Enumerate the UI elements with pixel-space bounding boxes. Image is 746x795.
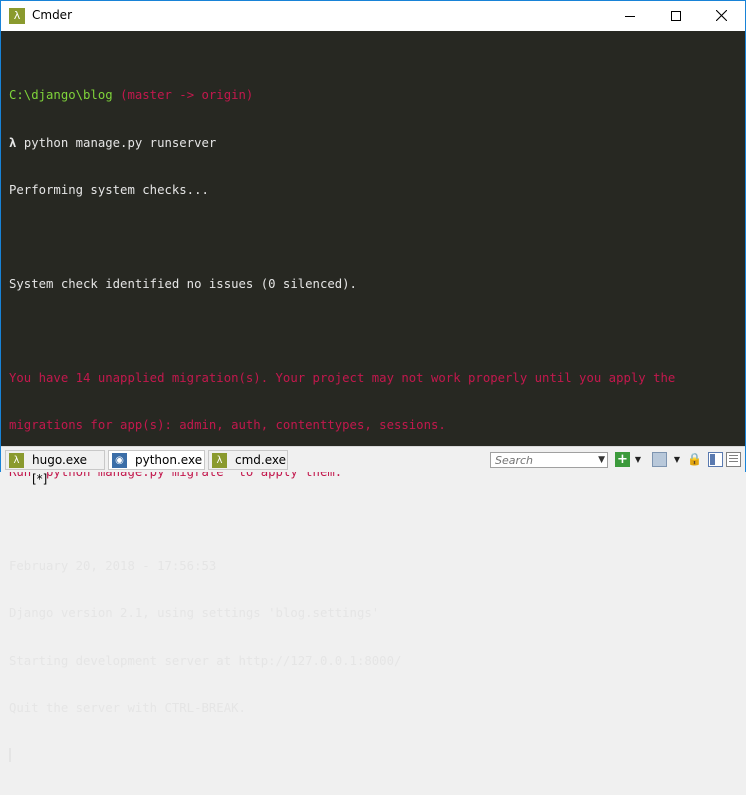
command-line: λ python manage.py runserver bbox=[9, 136, 741, 152]
menu-icon[interactable] bbox=[726, 452, 741, 467]
maximize-icon bbox=[671, 11, 681, 21]
cmder-window: λ Cmder C:\django\blog (master -> origin… bbox=[0, 0, 746, 763]
git-branch: (master -> origin) bbox=[120, 88, 254, 103]
tab-python[interactable]: ◉ python.exe bbox=[108, 450, 205, 470]
command-text: python manage.py runserver bbox=[23, 135, 217, 150]
tab-hugo[interactable]: λ hugo.exe [*] bbox=[5, 450, 105, 486]
output-line: Performing system checks... bbox=[9, 182, 209, 197]
search-dropdown-icon[interactable]: ▼ bbox=[598, 453, 605, 467]
lambda-icon: λ bbox=[9, 453, 24, 468]
window-title: Cmder bbox=[32, 8, 73, 22]
output-line: Django version 2.1, using settings 'blog… bbox=[9, 606, 380, 621]
minimize-icon bbox=[625, 16, 635, 17]
search-box[interactable]: ▼ bbox=[490, 452, 608, 468]
text-cursor bbox=[9, 748, 11, 763]
tab-label: hugo.exe [*] bbox=[32, 453, 88, 486]
lambda-icon: λ bbox=[212, 453, 227, 468]
new-console-dropdown-icon[interactable]: ▼ bbox=[633, 452, 643, 467]
maximize-button[interactable] bbox=[653, 1, 699, 31]
minimize-button[interactable] bbox=[607, 1, 653, 31]
new-console-button[interactable]: + bbox=[615, 452, 630, 467]
prompt-line: C:\django\blog (master -> origin) bbox=[9, 88, 741, 104]
search-input[interactable] bbox=[493, 453, 595, 467]
warning-line: migrations for app(s): admin, auth, cont… bbox=[9, 418, 446, 433]
output-line: System check identified no issues (0 sil… bbox=[9, 276, 357, 291]
title-bar[interactable]: λ Cmder bbox=[1, 1, 745, 31]
terminal-console[interactable]: C:\django\blog (master -> origin) λ pyth… bbox=[1, 31, 745, 763]
tab-label: python.exe bbox=[135, 453, 203, 467]
python-icon: ◉ bbox=[112, 453, 127, 468]
tab-cmd[interactable]: λ cmd.exe bbox=[208, 450, 288, 470]
output-line: Quit the server with CTRL-BREAK. bbox=[9, 700, 246, 715]
close-icon bbox=[716, 10, 727, 21]
tab-bar: λ hugo.exe [*] ◉ python.exe λ cmd.exe ▼ … bbox=[1, 446, 745, 486]
output-line: Starting development server at http://12… bbox=[9, 653, 402, 668]
close-button[interactable] bbox=[699, 1, 745, 31]
lambda-prompt-icon: λ bbox=[9, 135, 17, 150]
tab-label: cmd.exe bbox=[235, 453, 287, 467]
split-pane-icon[interactable] bbox=[708, 452, 723, 467]
switch-console-dropdown-icon[interactable]: ▼ bbox=[672, 452, 682, 467]
switch-console-button[interactable] bbox=[652, 452, 667, 467]
input-line[interactable] bbox=[9, 748, 741, 764]
cmder-lambda-icon: λ bbox=[9, 8, 25, 24]
prompt-path: C:\django\blog bbox=[9, 88, 113, 103]
lock-icon[interactable]: 🔒 bbox=[687, 452, 702, 467]
output-line: February 20, 2018 - 17:56:53 bbox=[9, 559, 217, 574]
warning-line: You have 14 unapplied migration(s). Your… bbox=[9, 370, 676, 385]
